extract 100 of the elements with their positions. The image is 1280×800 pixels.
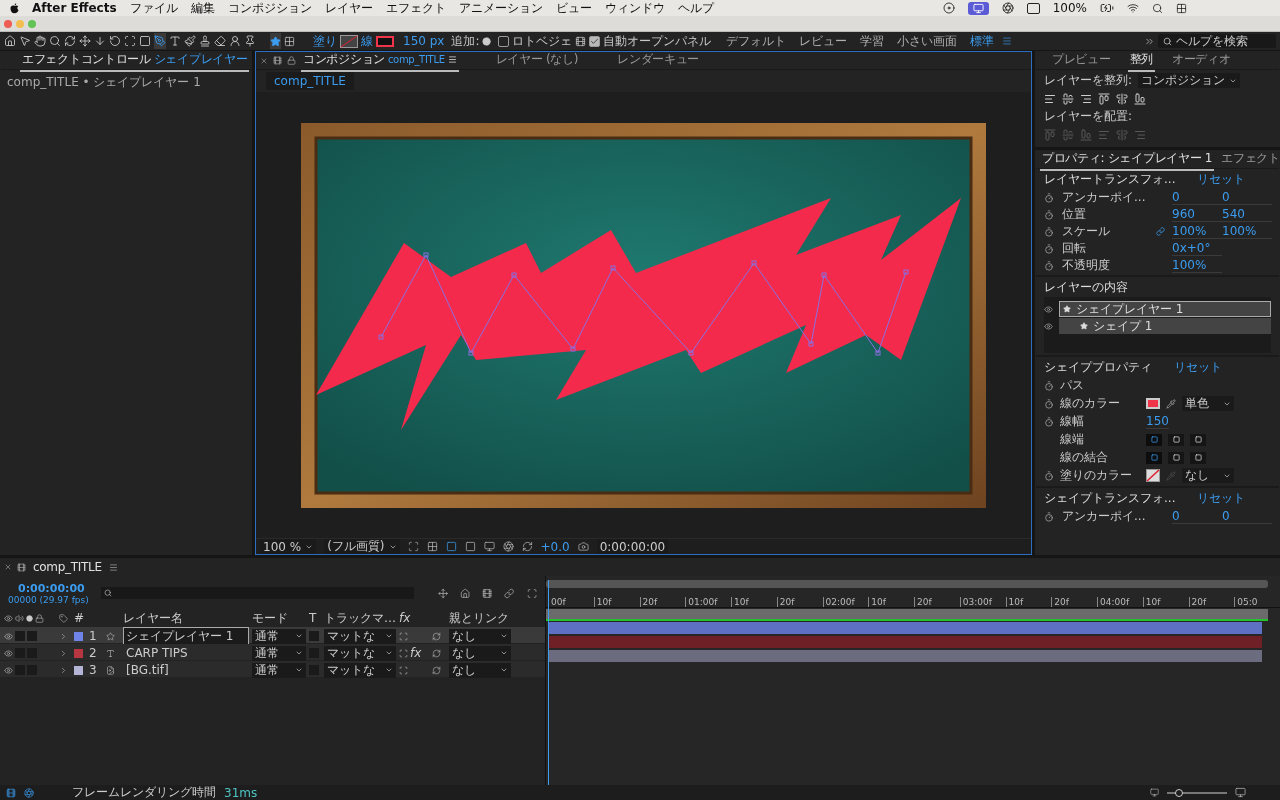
menu-item[interactable]: レイヤー	[324, 0, 373, 17]
zoom-slider-track[interactable]	[1167, 791, 1227, 794]
pin-tool[interactable]	[244, 33, 256, 49]
screen-share-icon[interactable]	[967, 1, 989, 15]
switch-box[interactable]	[27, 631, 37, 641]
home-tool[interactable]	[4, 33, 16, 49]
workspace-tab[interactable]: 学習	[855, 32, 890, 50]
label-color[interactable]	[74, 665, 83, 675]
stopwatch-icon[interactable]	[1044, 470, 1054, 481]
property-value[interactable]: 0	[1172, 509, 1222, 524]
fill-type-dropdown[interactable]: なし	[1182, 468, 1234, 483]
star-tool[interactable]	[270, 33, 281, 49]
parent-dropdown[interactable]: なし	[449, 662, 511, 678]
property-value[interactable]: 0	[1222, 509, 1272, 524]
reset-link[interactable]: リセット	[1197, 490, 1246, 507]
workspace-tab[interactable]: デフォルト	[721, 32, 792, 50]
anchor-point-tool[interactable]	[124, 33, 136, 49]
checkbox[interactable]	[589, 35, 601, 47]
stopwatch-icon[interactable]	[1044, 380, 1054, 391]
menu-item[interactable]: ウィンドウ	[604, 0, 665, 17]
rotate-tool[interactable]	[109, 33, 121, 49]
quality-dropdown[interactable]: (フル画質)	[324, 539, 400, 554]
stroke-type-dropdown[interactable]: 単色	[1182, 396, 1234, 411]
property-value[interactable]: 100%	[1172, 258, 1222, 273]
menu-item[interactable]: アニメーション	[458, 0, 543, 17]
stroke-swatch[interactable]	[376, 35, 394, 47]
fill-swatch[interactable]	[340, 34, 358, 48]
align-button[interactable]	[1134, 90, 1146, 107]
viewer-tab[interactable]: comp_TITLE	[266, 72, 354, 90]
align-button[interactable]	[1098, 90, 1110, 107]
panel-tab[interactable]: プロパティ: シェイプレイヤー 1	[1040, 151, 1215, 171]
mode-dropdown[interactable]: 通常	[252, 628, 306, 644]
parent-dropdown[interactable]: なし	[449, 628, 511, 644]
workspace-tab[interactable]: 標準	[965, 32, 1000, 50]
align-target-dropdown[interactable]: コンポジション	[1138, 73, 1241, 88]
rectangle-tool[interactable]	[139, 33, 151, 49]
panel-tab[interactable]: レンダーキュー	[615, 52, 702, 72]
help-search-field[interactable]: ヘルプを検索	[1158, 34, 1276, 48]
layer-name[interactable]: シェイプレイヤー 1	[123, 627, 249, 645]
property-value[interactable]: 150	[1146, 414, 1169, 429]
timecode-field[interactable]: 0:00:00:00	[596, 539, 669, 554]
color-swatch[interactable]	[1146, 398, 1160, 409]
label-color[interactable]	[74, 648, 83, 658]
layer-name[interactable]: [BG.tif]	[123, 661, 249, 679]
menu-item[interactable]: コンポジション	[227, 0, 312, 17]
panel-tab[interactable]: レイヤー (なし)	[493, 52, 581, 72]
switch-box[interactable]	[15, 631, 25, 641]
track-matte-dropdown[interactable]: マットな	[324, 645, 396, 661]
layer-name[interactable]: CARP TIPS	[123, 644, 249, 662]
track-matte-dropdown[interactable]: マットな	[324, 628, 396, 644]
roto-brush-tool[interactable]	[229, 33, 241, 49]
eraser-tool[interactable]	[214, 33, 226, 49]
line-style-button[interactable]	[1168, 451, 1184, 464]
brush-tool[interactable]	[184, 33, 196, 49]
line-style-button[interactable]	[1190, 451, 1206, 464]
layer-content-item[interactable]: シェイプ 1	[1059, 318, 1271, 334]
pen-tool[interactable]	[154, 33, 166, 49]
menu-item[interactable]: ヘルプ	[677, 0, 714, 17]
close-button[interactable]	[4, 19, 12, 28]
input-method-icon[interactable]	[1026, 2, 1040, 14]
property-value[interactable]: 100%	[1222, 224, 1272, 239]
hand-tool[interactable]	[34, 33, 46, 49]
magnifier-tool[interactable]	[49, 33, 61, 49]
workspace-tab[interactable]: 小さい画面	[892, 32, 963, 50]
zoom-dropdown[interactable]: 100 %	[260, 539, 317, 554]
property-value[interactable]: 0x+0°	[1172, 241, 1222, 256]
logo-icon[interactable]	[10, 2, 19, 14]
effects-switch[interactable]: fx	[410, 645, 422, 661]
app-menu[interactable]: After Effects	[32, 1, 117, 15]
stopwatch-icon[interactable]	[1044, 398, 1054, 409]
property-value[interactable]: 960	[1172, 207, 1222, 222]
switch-box[interactable]	[309, 631, 319, 641]
link-icon[interactable]	[1156, 227, 1165, 236]
menu-item[interactable]: ファイル	[129, 0, 178, 17]
move-tool[interactable]	[79, 33, 91, 49]
pointer-tool[interactable]	[19, 33, 31, 49]
line-style-button[interactable]	[1190, 433, 1206, 446]
panel-tab[interactable]: エフェクトコントロール シェイプレイヤー	[20, 52, 250, 72]
reset-link[interactable]: リセット	[1174, 359, 1222, 376]
layer-search-field[interactable]	[100, 587, 414, 599]
layer-content-item[interactable]: シェイプレイヤー 1	[1059, 301, 1271, 317]
property-value[interactable]: 0	[1172, 190, 1222, 205]
zoom-slider-thumb[interactable]	[1175, 788, 1183, 797]
panel-tab[interactable]: オーディオ	[1169, 52, 1233, 72]
orbit-tool[interactable]	[64, 33, 76, 49]
menu-item[interactable]: 編集	[190, 0, 215, 17]
checkbox[interactable]	[498, 35, 510, 47]
mode-dropdown[interactable]: 通常	[252, 662, 306, 678]
timeline-tab[interactable]: comp_TITLE	[31, 558, 104, 576]
mode-dropdown[interactable]: 通常	[252, 645, 306, 661]
current-time[interactable]: 0:00:00:00	[8, 581, 89, 595]
workspace-tab[interactable]: レビュー	[794, 32, 853, 50]
line-style-button[interactable]	[1146, 433, 1162, 446]
text-tool[interactable]	[169, 33, 181, 49]
menu-item[interactable]: ビュー	[555, 0, 592, 17]
align-button[interactable]	[1062, 90, 1074, 107]
lightning-shape[interactable]	[316, 197, 961, 430]
parent-dropdown[interactable]: なし	[449, 645, 511, 661]
panel-tab[interactable]: プレビュー	[1050, 52, 1113, 72]
stamp-tool[interactable]	[199, 33, 211, 49]
